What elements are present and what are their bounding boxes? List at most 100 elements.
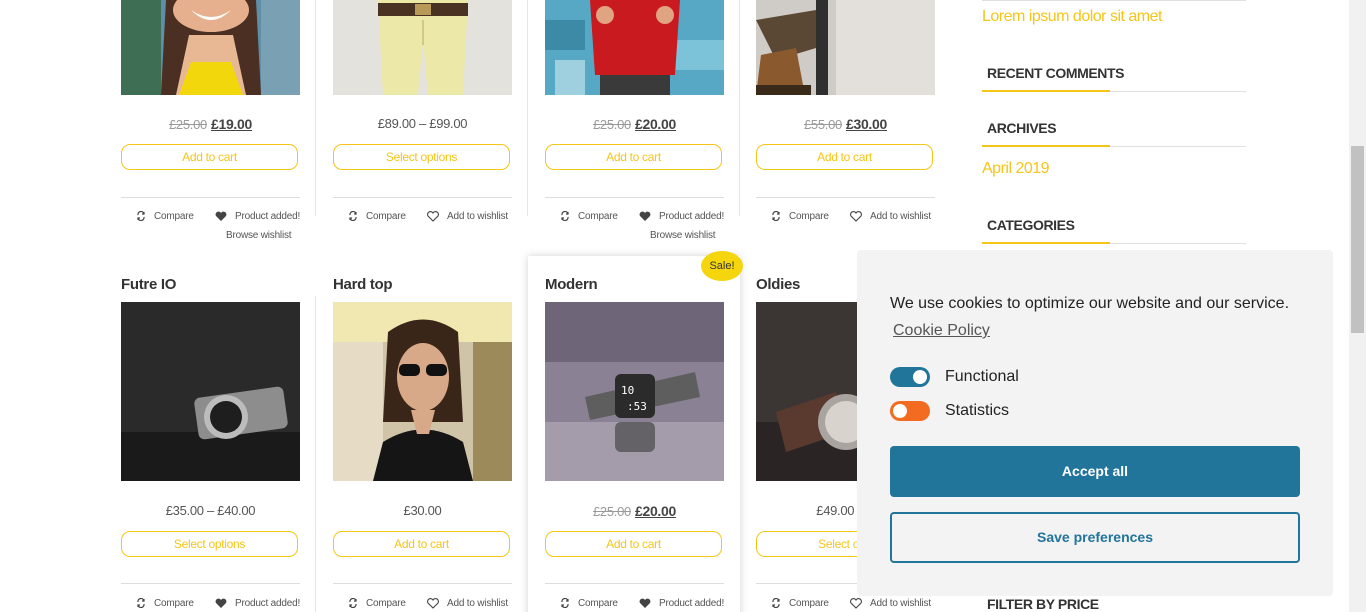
product-image[interactable] bbox=[121, 302, 300, 481]
toggle-knob bbox=[913, 370, 927, 384]
compare-link[interactable]: Compare bbox=[136, 598, 194, 609]
boots-photo bbox=[756, 0, 935, 95]
scrollbar-thumb[interactable] bbox=[1351, 146, 1364, 333]
archive-link[interactable]: April 2019 bbox=[982, 160, 1050, 178]
divider bbox=[756, 197, 935, 198]
compare-link[interactable]: Compare bbox=[560, 598, 618, 609]
wishlist-added-link[interactable]: Product added! bbox=[215, 598, 300, 609]
column-divider bbox=[527, 0, 528, 216]
shop-page: £25.00 £19.00 Add to cart Compare Product… bbox=[0, 0, 1366, 612]
product-price: £35.00 – £40.00 bbox=[165, 503, 256, 518]
compare-link[interactable]: Compare bbox=[348, 598, 406, 609]
compare-icon bbox=[561, 598, 569, 609]
compare-icon bbox=[137, 211, 145, 222]
compare-icon bbox=[137, 598, 145, 609]
product-price: £25.00 £20.00 bbox=[593, 116, 676, 132]
heart-outline-icon bbox=[427, 598, 439, 609]
add-to-cart-button[interactable]: Add to cart bbox=[121, 144, 298, 170]
svg-text:10: 10 bbox=[621, 384, 634, 397]
sale-badge: Sale! bbox=[701, 251, 743, 281]
heart-outline-icon bbox=[427, 211, 439, 222]
add-to-cart-button[interactable]: Add to cart bbox=[545, 144, 722, 170]
compare-link[interactable]: Compare bbox=[136, 211, 194, 222]
add-to-wishlist-link[interactable]: Add to wishlist bbox=[427, 211, 508, 222]
heart-filled-icon bbox=[639, 211, 651, 221]
product-price: £25.00 £19.00 bbox=[169, 116, 252, 132]
select-options-button[interactable]: Select options bbox=[333, 144, 510, 170]
archives-heading: ARCHIVES bbox=[987, 120, 1057, 136]
compare-icon bbox=[561, 211, 569, 222]
product-price: £89.00 – £99.00 bbox=[377, 116, 468, 131]
divider bbox=[545, 197, 724, 198]
add-to-cart-button[interactable]: Add to cart bbox=[333, 531, 510, 557]
add-to-cart-button[interactable]: Add to cart bbox=[545, 531, 722, 557]
product-title[interactable]: Hard top bbox=[333, 276, 393, 293]
heart-outline-icon bbox=[850, 211, 862, 222]
product-image[interactable]: 10 :53 bbox=[545, 302, 724, 481]
heading-underline bbox=[982, 242, 1110, 244]
product-title[interactable]: Modern bbox=[545, 276, 598, 293]
statistics-toggle[interactable] bbox=[890, 401, 930, 421]
product-image[interactable] bbox=[333, 0, 512, 95]
compare-icon bbox=[772, 211, 780, 222]
wishlist-added-link[interactable]: Product added! bbox=[639, 598, 724, 609]
functional-label: Functional bbox=[945, 368, 1019, 385]
compare-link[interactable]: Compare bbox=[348, 211, 406, 222]
svg-text::53: :53 bbox=[627, 400, 647, 413]
add-to-cart-button[interactable]: Add to cart bbox=[756, 144, 933, 170]
heading-underline bbox=[982, 90, 1110, 92]
divider bbox=[982, 0, 1246, 1]
watch-photo bbox=[121, 302, 300, 481]
divider bbox=[333, 197, 512, 198]
heading-underline bbox=[982, 145, 1110, 147]
statistics-label: Statistics bbox=[945, 402, 1010, 419]
functional-toggle[interactable] bbox=[890, 367, 930, 387]
wishlist-added-link[interactable]: Product added! bbox=[215, 211, 300, 222]
add-to-wishlist-link[interactable]: Add to wishlist bbox=[427, 598, 508, 609]
product-title[interactable]: Futre IO bbox=[121, 276, 176, 293]
divider bbox=[121, 583, 300, 584]
column-divider bbox=[315, 0, 316, 216]
recent-post-link[interactable]: Lorem ipsum dolor sit amet bbox=[982, 8, 1162, 26]
cookie-policy-link[interactable]: Cookie Policy bbox=[893, 322, 990, 340]
woman-yellow-top-photo bbox=[121, 0, 300, 95]
add-to-wishlist-link[interactable]: Add to wishlist bbox=[850, 211, 931, 222]
recent-comments-heading: RECENT COMMENTS bbox=[987, 65, 1125, 81]
product-image[interactable] bbox=[545, 0, 724, 95]
product-price: £25.00 £20.00 bbox=[593, 503, 676, 519]
cookie-message: We use cookies to optimize our website a… bbox=[890, 295, 1290, 312]
divider bbox=[333, 583, 512, 584]
browse-wishlist-link[interactable]: Browse wishlist bbox=[650, 230, 716, 241]
divider bbox=[545, 583, 724, 584]
add-to-wishlist-link[interactable]: Add to wishlist bbox=[850, 598, 931, 609]
compare-link[interactable]: Compare bbox=[560, 211, 618, 222]
product-image[interactable] bbox=[333, 302, 512, 481]
cookie-consent-banner: We use cookies to optimize our website a… bbox=[857, 250, 1333, 596]
product-price: £55.00 £30.00 bbox=[804, 116, 887, 132]
heart-filled-icon bbox=[215, 211, 227, 221]
accept-all-button[interactable]: Accept all bbox=[890, 446, 1300, 497]
red-sweater-photo bbox=[545, 0, 724, 95]
heart-outline-icon bbox=[850, 598, 862, 609]
select-options-button[interactable]: Select options bbox=[121, 531, 298, 557]
product-image[interactable] bbox=[756, 0, 935, 95]
wishlist-added-link[interactable]: Product added! bbox=[639, 211, 724, 222]
column-divider bbox=[315, 296, 316, 612]
compare-link[interactable]: Compare bbox=[771, 598, 829, 609]
column-divider bbox=[739, 0, 740, 216]
compare-link[interactable]: Compare bbox=[771, 211, 829, 222]
save-preferences-button[interactable]: Save preferences bbox=[890, 512, 1300, 563]
yellow-trousers-photo bbox=[333, 0, 512, 95]
compare-icon bbox=[349, 598, 357, 609]
heart-filled-icon bbox=[215, 598, 227, 608]
product-title[interactable]: Oldies bbox=[756, 276, 800, 293]
categories-heading: CATEGORIES bbox=[987, 217, 1075, 233]
filter-by-price-heading: FILTER BY PRICE bbox=[987, 596, 1099, 612]
product-price: £30.00 bbox=[403, 503, 442, 518]
product-image[interactable] bbox=[121, 0, 300, 95]
toggle-knob bbox=[893, 404, 907, 418]
compare-icon bbox=[349, 211, 357, 222]
browse-wishlist-link[interactable]: Browse wishlist bbox=[226, 230, 292, 241]
divider bbox=[121, 197, 300, 198]
compare-icon bbox=[772, 598, 780, 609]
